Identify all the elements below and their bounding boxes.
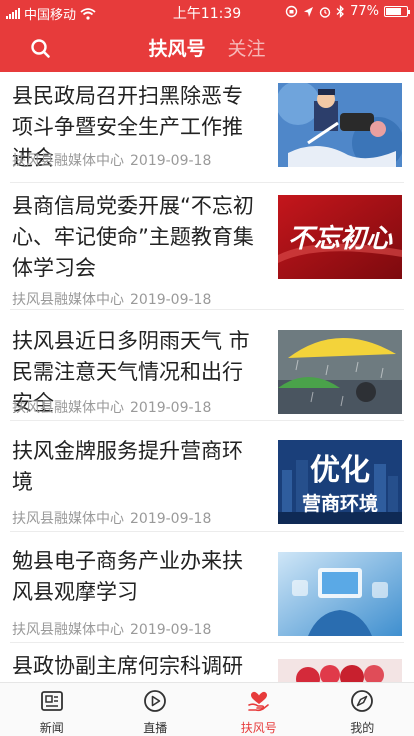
article-meta: 扶风县融媒体中心 2019-09-18 <box>12 508 211 528</box>
battery-level-fill <box>386 8 401 15</box>
thumbnail-text: 不忘初心 <box>288 224 393 254</box>
status-bar: 中国移动 上午11:39 77% <box>0 0 414 23</box>
tabbar-fufenghao[interactable]: 扶风号 <box>207 683 311 736</box>
article-date: 2019-09-18 <box>130 153 212 169</box>
bluetooth-icon <box>336 5 345 18</box>
article-thumbnail <box>278 330 402 414</box>
tabbar-mine-label: 我的 <box>350 721 375 735</box>
live-play-icon <box>144 690 167 712</box>
nav-bar: 扶风号 关注 <box>0 26 414 70</box>
article-meta: 扶风县融媒体中心 2019-09-18 <box>12 619 211 639</box>
article-item[interactable]: 扶风金牌服务提升营商环境 扶风县融媒体中心 2019-09-18 优化 营商环境 <box>0 421 414 531</box>
thumbnail-subline: 营商环境 <box>302 492 378 515</box>
heart-hand-icon <box>247 691 269 712</box>
article-date: 2019-09-18 <box>130 511 212 527</box>
compass-icon <box>351 690 374 712</box>
article-thumbnail: 优化 营商环境 <box>278 440 402 524</box>
tabbar-fufenghao-label: 扶风号 <box>240 721 277 735</box>
article-source: 扶风县融媒体中心 <box>12 622 124 638</box>
article-title: 勉县电子商务产业办来扶风县观摩学习 <box>12 549 243 604</box>
tabbar-mine[interactable]: 我的 <box>311 683 414 736</box>
news-icon <box>40 691 63 711</box>
tabbar-live-label: 直播 <box>143 721 168 735</box>
thumbnail-headline: 优化 <box>310 453 370 488</box>
location-arrow-icon <box>304 6 314 17</box>
article-item[interactable]: 扶风县近日多阴雨天气 市民需注意天气情况和出行安全 扶风县融媒体中心 2019-0… <box>0 310 414 420</box>
article-title: 县商信局党委开展“不忘初心、牢记使命”主题教育集体学习会 <box>12 194 254 280</box>
article-meta: 扶风县融媒体中心 2019-09-18 <box>12 150 211 170</box>
article-thumbnail: 不忘初心 <box>278 195 402 279</box>
article-list: 县民政局召开扫黑除恶专项斗争暨安全生产工作推进会 扶风县融媒体中心 2019-09… <box>0 72 414 682</box>
article-item[interactable]: 县商信局党委开展“不忘初心、牢记使命”主题教育集体学习会 扶风县融媒体中心 201… <box>0 183 414 309</box>
article-date: 2019-09-18 <box>130 400 212 416</box>
article-meta: 扶风县融媒体中心 2019-09-18 <box>12 289 211 309</box>
article-thumbnail <box>278 659 402 682</box>
bottom-tab-bar: 新闻 直播 扶风号 我的 <box>0 682 414 736</box>
tabbar-live[interactable]: 直播 <box>104 683 208 736</box>
article-date: 2019-09-18 <box>130 292 212 308</box>
article-item[interactable]: 县民政局召开扫黑除恶专项斗争暨安全生产工作推进会 扶风县融媒体中心 2019-09… <box>0 72 414 182</box>
rotation-lock-icon <box>285 5 298 18</box>
article-source: 扶风县融媒体中心 <box>12 400 124 416</box>
article-item[interactable]: 县政协副主席何宗科调研镇 <box>0 643 414 682</box>
tab-fufenghao[interactable]: 扶风号 <box>148 34 205 61</box>
tabbar-news[interactable]: 新闻 <box>0 683 104 736</box>
article-item[interactable]: 勉县电子商务产业办来扶风县观摩学习 扶风县融媒体中心 2019-09-18 <box>0 532 414 642</box>
article-thumbnail <box>278 552 402 636</box>
article-title: 扶风金牌服务提升营商环境 <box>12 439 243 494</box>
article-source: 扶风县融媒体中心 <box>12 292 124 308</box>
article-date: 2019-09-18 <box>130 622 212 638</box>
battery-percent: 77% <box>350 4 379 19</box>
article-thumbnail <box>278 83 402 167</box>
alarm-icon <box>319 6 331 18</box>
article-title: 县政协副主席何宗科调研镇 <box>12 654 243 678</box>
article-source: 扶风县融媒体中心 <box>12 153 124 169</box>
tabbar-news-label: 新闻 <box>39 721 64 735</box>
tab-follow[interactable]: 关注 <box>228 34 266 61</box>
battery-icon <box>384 6 410 17</box>
article-meta: 扶风县融媒体中心 2019-09-18 <box>12 397 211 417</box>
app-header: 中国移动 上午11:39 77% 扶风号 关注 <box>0 0 414 72</box>
article-source: 扶风县融媒体中心 <box>12 511 124 527</box>
